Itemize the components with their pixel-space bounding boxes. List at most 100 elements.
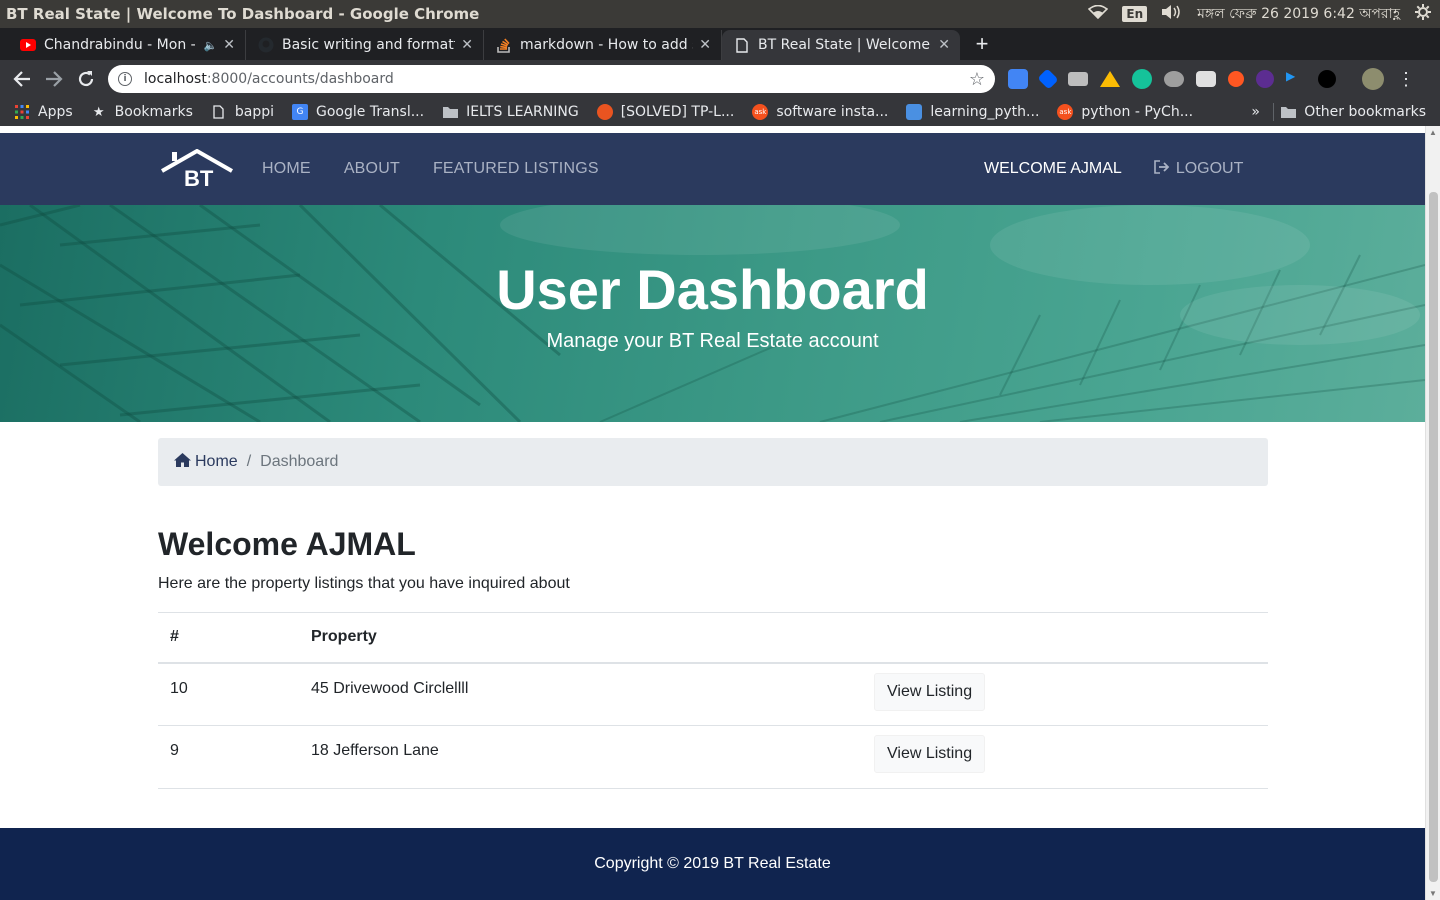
tab-label: Chandrabindu - Mon - — [44, 37, 196, 53]
browser-tab-strip: Chandrabindu - Mon - 🔈 ✕ Basic writing a… — [0, 28, 1440, 60]
star-icon: ★ — [92, 104, 105, 120]
view-listing-button[interactable]: View Listing — [874, 735, 986, 773]
tab-label: BT Real State | Welcome T — [758, 37, 933, 53]
page-icon — [211, 104, 227, 120]
view-listing-button[interactable]: View Listing — [874, 672, 986, 711]
dropbox-extension-icon[interactable] — [1037, 68, 1059, 90]
row-action-cell: View Listing — [860, 662, 1268, 726]
bookmark-label: IELTS LEARNING — [466, 104, 579, 120]
scrollbar-thumb[interactable] — [1429, 192, 1438, 882]
bookmark-label: bappi — [234, 104, 275, 120]
grammarly-extension-icon[interactable] — [1132, 69, 1152, 89]
breadcrumb-home-link[interactable]: Home — [174, 452, 238, 472]
bookmark-item[interactable]: ask software insta... — [752, 104, 888, 120]
user-nav: WELCOME AJMAL LOGOUT — [984, 133, 1243, 205]
bookmark-item[interactable]: [SOLVED] TP-L... — [596, 104, 735, 120]
scroll-up-arrow-icon[interactable]: ▲ — [1429, 128, 1437, 137]
bookmarks-overflow-icon[interactable]: » — [1251, 104, 1260, 120]
bookmark-item[interactable]: ask python - PyCh... — [1057, 104, 1193, 120]
tab-close-icon[interactable]: ✕ — [461, 37, 473, 53]
play-extension-icon[interactable]: ▶ — [1286, 69, 1306, 89]
stackoverflow-icon — [496, 37, 512, 53]
bookmark-item[interactable]: IELTS LEARNING — [442, 104, 579, 120]
google-drive-extension-icon[interactable] — [1100, 71, 1120, 87]
main-nav: HOME ABOUT FEATURED LISTINGS — [262, 133, 599, 205]
bookmark-label: python - PyCh... — [1081, 104, 1194, 120]
nav-welcome-user[interactable]: WELCOME AJMAL — [984, 160, 1122, 178]
forward-icon[interactable] — [38, 63, 70, 95]
pocket-extension-icon[interactable] — [1164, 71, 1184, 87]
profile-avatar[interactable] — [1362, 68, 1384, 90]
wifi-icon[interactable] — [1088, 4, 1109, 23]
youtube-icon — [20, 37, 36, 53]
keyboard-language-indicator[interactable]: En — [1122, 6, 1148, 22]
tab-label: markdown - How to add s — [520, 37, 694, 53]
clock[interactable]: মঙ্গল ফেব্রু 26 2019 6:42 অপরাহ্ণ — [1197, 2, 1400, 26]
brand-logo[interactable]: BT — [160, 148, 234, 194]
system-settings-icon[interactable] — [1414, 3, 1432, 25]
volume-icon[interactable] — [1161, 4, 1183, 24]
nav-about[interactable]: ABOUT — [344, 160, 400, 178]
k-extension-icon[interactable] — [1256, 70, 1274, 88]
window-title: BT Real State | Welcome To Dashboard - G… — [6, 5, 480, 23]
bookmark-star-icon[interactable]: ☆ — [969, 69, 985, 90]
bookmark-label: [SOLVED] TP-L... — [620, 104, 735, 120]
browser-tab-active[interactable]: BT Real State | Welcome T ✕ — [722, 30, 960, 60]
hero-subtitle: Manage your BT Real Estate account — [546, 330, 879, 352]
logout-label: LOGOUT — [1175, 160, 1244, 177]
table-header-row: # Property — [158, 612, 1268, 664]
browser-tab[interactable]: markdown - How to add s ✕ — [484, 30, 722, 60]
chrome-menu-icon[interactable]: ⋮ — [1396, 69, 1416, 89]
camera-extension-icon[interactable] — [1068, 72, 1088, 86]
other-bookmarks[interactable]: Other bookmarks — [1280, 104, 1426, 120]
bookmark-item[interactable]: ★ Bookmarks — [91, 104, 193, 120]
bookmark-item[interactable]: bappi — [211, 104, 274, 120]
google-translate-extension-icon[interactable] — [1008, 69, 1028, 89]
nav-featured-listings[interactable]: FEATURED LISTINGS — [433, 160, 599, 178]
tab-close-icon[interactable]: ✕ — [699, 37, 711, 53]
tab-close-icon[interactable]: ✕ — [223, 37, 235, 53]
tab-audio-icon[interactable]: 🔈 — [204, 39, 218, 52]
tab-close-icon[interactable]: ✕ — [938, 37, 950, 53]
learning-icon — [906, 104, 923, 120]
breadcrumb: Home / Dashboard — [158, 438, 1268, 486]
page-scrollbar[interactable]: ▲ ▼ — [1425, 126, 1440, 900]
bookmark-label: Google Transl... — [316, 104, 425, 120]
column-header-number: # — [158, 612, 299, 664]
dark-extension-icon[interactable] — [1318, 70, 1336, 88]
inquiries-description: Here are the property listings that you … — [158, 575, 570, 592]
apps-grid-icon — [14, 104, 30, 120]
breadcrumb-separator: / — [246, 453, 252, 470]
logout-link[interactable]: LOGOUT — [1154, 159, 1244, 179]
browser-tab[interactable]: Basic writing and formatt ✕ — [246, 30, 484, 60]
bookmark-item[interactable]: learning_pyth... — [906, 104, 1039, 120]
reload-icon[interactable] — [70, 63, 102, 95]
bookmark-item[interactable]: G Google Transl... — [292, 104, 424, 120]
google-translate-icon: G — [292, 104, 309, 120]
bookmarks-divider — [1273, 103, 1274, 121]
welcome-heading: Welcome AJMAL — [158, 526, 416, 562]
back-icon[interactable] — [6, 63, 38, 95]
address-bar[interactable]: i localhost:8000/accounts/dashboard ☆ — [108, 65, 995, 93]
nav-home[interactable]: HOME — [262, 160, 311, 178]
site-info-icon[interactable]: i — [118, 72, 132, 86]
table-row: 10 45 Drivewood Circlellll View Listing — [158, 662, 1268, 726]
copyright-text: Copyright © 2019 BT Real Estate — [594, 855, 831, 872]
row-property: 18 Jefferson Lane — [299, 725, 860, 789]
new-tab-button[interactable]: + — [968, 30, 996, 58]
sign-out-icon — [1154, 159, 1170, 179]
gmail-extension-icon[interactable] — [1196, 71, 1216, 87]
breadcrumb-home-label: Home — [195, 453, 238, 470]
red-circle-extension-icon[interactable] — [1228, 71, 1244, 87]
askubuntu-icon: ask — [1057, 104, 1074, 120]
scroll-down-arrow-icon[interactable]: ▼ — [1429, 889, 1437, 898]
browser-tab[interactable]: Chandrabindu - Mon - 🔈 ✕ — [8, 30, 246, 60]
bookmark-item[interactable]: Apps — [14, 104, 73, 120]
page-viewport: BT HOME ABOUT FEATURED LISTINGS WELCOME … — [0, 126, 1440, 900]
bookmark-label: learning_pyth... — [930, 104, 1040, 120]
column-header-action — [860, 612, 1268, 664]
url-host: localhost — [144, 71, 207, 87]
other-bookmarks-label: Other bookmarks — [1304, 104, 1426, 120]
bookmark-label: Apps — [38, 104, 73, 120]
ubuntu-icon — [596, 104, 613, 120]
